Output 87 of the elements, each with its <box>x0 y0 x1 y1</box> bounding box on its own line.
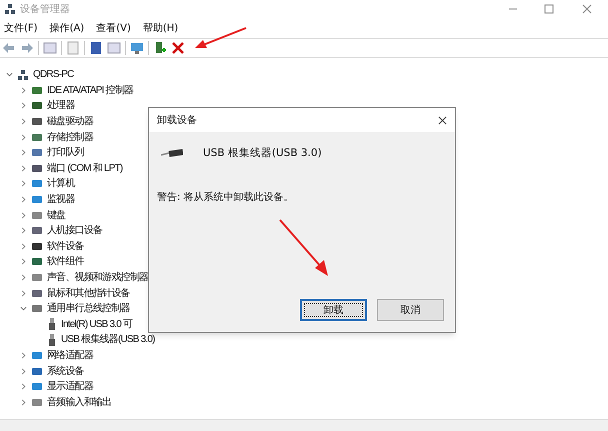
expand-chevron-icon[interactable] <box>20 352 27 359</box>
device-icon <box>31 100 43 112</box>
device-icon <box>31 225 43 236</box>
back-icon[interactable] <box>2 41 16 55</box>
arrow-drawing <box>278 218 330 278</box>
menu-item[interactable]: 操作(A) <box>50 20 84 36</box>
usb-cable-icon <box>161 149 183 158</box>
device-icon <box>31 147 43 158</box>
tree-item[interactable]: 显示适配器 <box>47 379 94 394</box>
tree-item[interactable]: 计算机 <box>47 176 75 192</box>
expand-chevron-icon[interactable] <box>20 102 27 110</box>
tree-item[interactable]: 磁盘驱动器 <box>47 114 94 130</box>
collapse-chevron-icon[interactable] <box>20 305 27 312</box>
tree-item[interactable]: 系统设备 <box>47 364 84 379</box>
expand-chevron-icon[interactable] <box>20 398 27 406</box>
device-name: USB 根集线器(USB 3.0) <box>203 146 322 161</box>
maximize-icon[interactable] <box>544 4 554 14</box>
tree-item[interactable]: 软件设备 <box>47 238 84 254</box>
tree-item[interactable]: 处理器 <box>47 98 75 114</box>
expand-chevron-icon[interactable] <box>20 368 27 375</box>
tree-item[interactable]: Intel(R) USB 3.0 可 <box>61 316 132 332</box>
tree-item[interactable]: 声音、视频和游戏控制器 <box>47 270 148 286</box>
tree-item[interactable]: 软件组件 <box>47 254 84 270</box>
expand-chevron-icon[interactable] <box>20 86 27 94</box>
expand-chevron-icon[interactable] <box>20 134 27 141</box>
device-icon <box>31 366 43 377</box>
menu-item[interactable]: 帮助(H) <box>142 20 178 36</box>
device-icon <box>31 240 43 252</box>
dialog-button[interactable]: 卸载 <box>300 299 367 321</box>
arrow-drawing <box>193 26 248 50</box>
expand-chevron-icon[interactable] <box>20 274 27 282</box>
expand-chevron-icon[interactable] <box>20 212 27 219</box>
usb-plug-icon <box>48 318 56 330</box>
window-icon[interactable] <box>107 41 121 55</box>
device-icon <box>31 84 43 96</box>
usb-plug-icon <box>48 334 56 346</box>
tree-item[interactable]: 音频输入和输出 <box>47 394 112 410</box>
device-icon <box>31 194 43 206</box>
dialog-button[interactable]: 取消 <box>377 299 444 321</box>
device-icon <box>31 162 43 174</box>
expand-chevron-icon[interactable] <box>20 118 27 126</box>
tree-item[interactable]: 键盘 <box>47 208 66 223</box>
tree-item[interactable]: 打印队列 <box>47 145 84 160</box>
tree-item[interactable]: 鼠标和其他指针设备 <box>47 286 130 301</box>
device-icon <box>31 288 43 299</box>
add-device-icon[interactable] <box>153 41 167 55</box>
device-icon <box>31 178 43 190</box>
app-icon <box>4 3 16 15</box>
window-icon[interactable] <box>43 41 57 55</box>
window-title: 设备管理器 <box>20 2 70 16</box>
device-icon <box>31 210 43 221</box>
expand-chevron-icon[interactable] <box>20 258 27 266</box>
device-icon <box>31 272 43 284</box>
expand-chevron-icon[interactable] <box>20 383 27 390</box>
expand-chevron-icon[interactable] <box>20 227 27 234</box>
monitor-icon[interactable] <box>130 41 144 55</box>
computer-icon <box>17 68 29 81</box>
menu-item[interactable]: 文件(F) <box>4 20 38 36</box>
device-icon <box>31 303 43 314</box>
device-icon <box>31 132 43 143</box>
collapse-chevron-icon[interactable] <box>6 71 13 78</box>
tree-item[interactable]: 通用串行总线控制器 <box>47 301 130 316</box>
expand-chevron-icon[interactable] <box>20 164 27 172</box>
tree-item[interactable]: 存储控制器 <box>47 130 94 145</box>
expand-chevron-icon[interactable] <box>20 242 27 250</box>
forward-icon[interactable] <box>20 41 34 55</box>
device-icon <box>31 256 43 268</box>
dialog-title: 卸载设备 <box>157 114 197 128</box>
tree-item[interactable]: 监视器 <box>47 192 75 208</box>
tree-item[interactable]: IDE ATA/ATAPI 控制器 <box>47 82 134 98</box>
tree-item[interactable]: QDRS-PC <box>33 67 74 82</box>
device-icon <box>31 116 43 128</box>
expand-chevron-icon[interactable] <box>20 149 27 156</box>
tree-item[interactable]: USB 根集线器(USB 3.0) <box>61 332 155 348</box>
device-icon <box>31 350 43 361</box>
close-icon[interactable] <box>438 116 447 124</box>
tree-item[interactable]: 人机接口设备 <box>47 223 102 238</box>
device-icon <box>31 381 43 392</box>
tree-item[interactable]: 网络适配器 <box>47 348 94 363</box>
expand-chevron-icon[interactable] <box>20 196 27 204</box>
device-icon <box>31 396 43 408</box>
warning-text: 警告: 将从系统中卸载此设备。 <box>157 192 294 203</box>
expand-chevron-icon[interactable] <box>20 180 27 188</box>
tree-item[interactable]: 端口 (COM 和 LPT) <box>47 160 122 176</box>
remove-icon[interactable] <box>171 41 185 55</box>
menu-item[interactable]: 查看(V) <box>96 20 131 36</box>
expand-chevron-icon[interactable] <box>20 290 27 297</box>
